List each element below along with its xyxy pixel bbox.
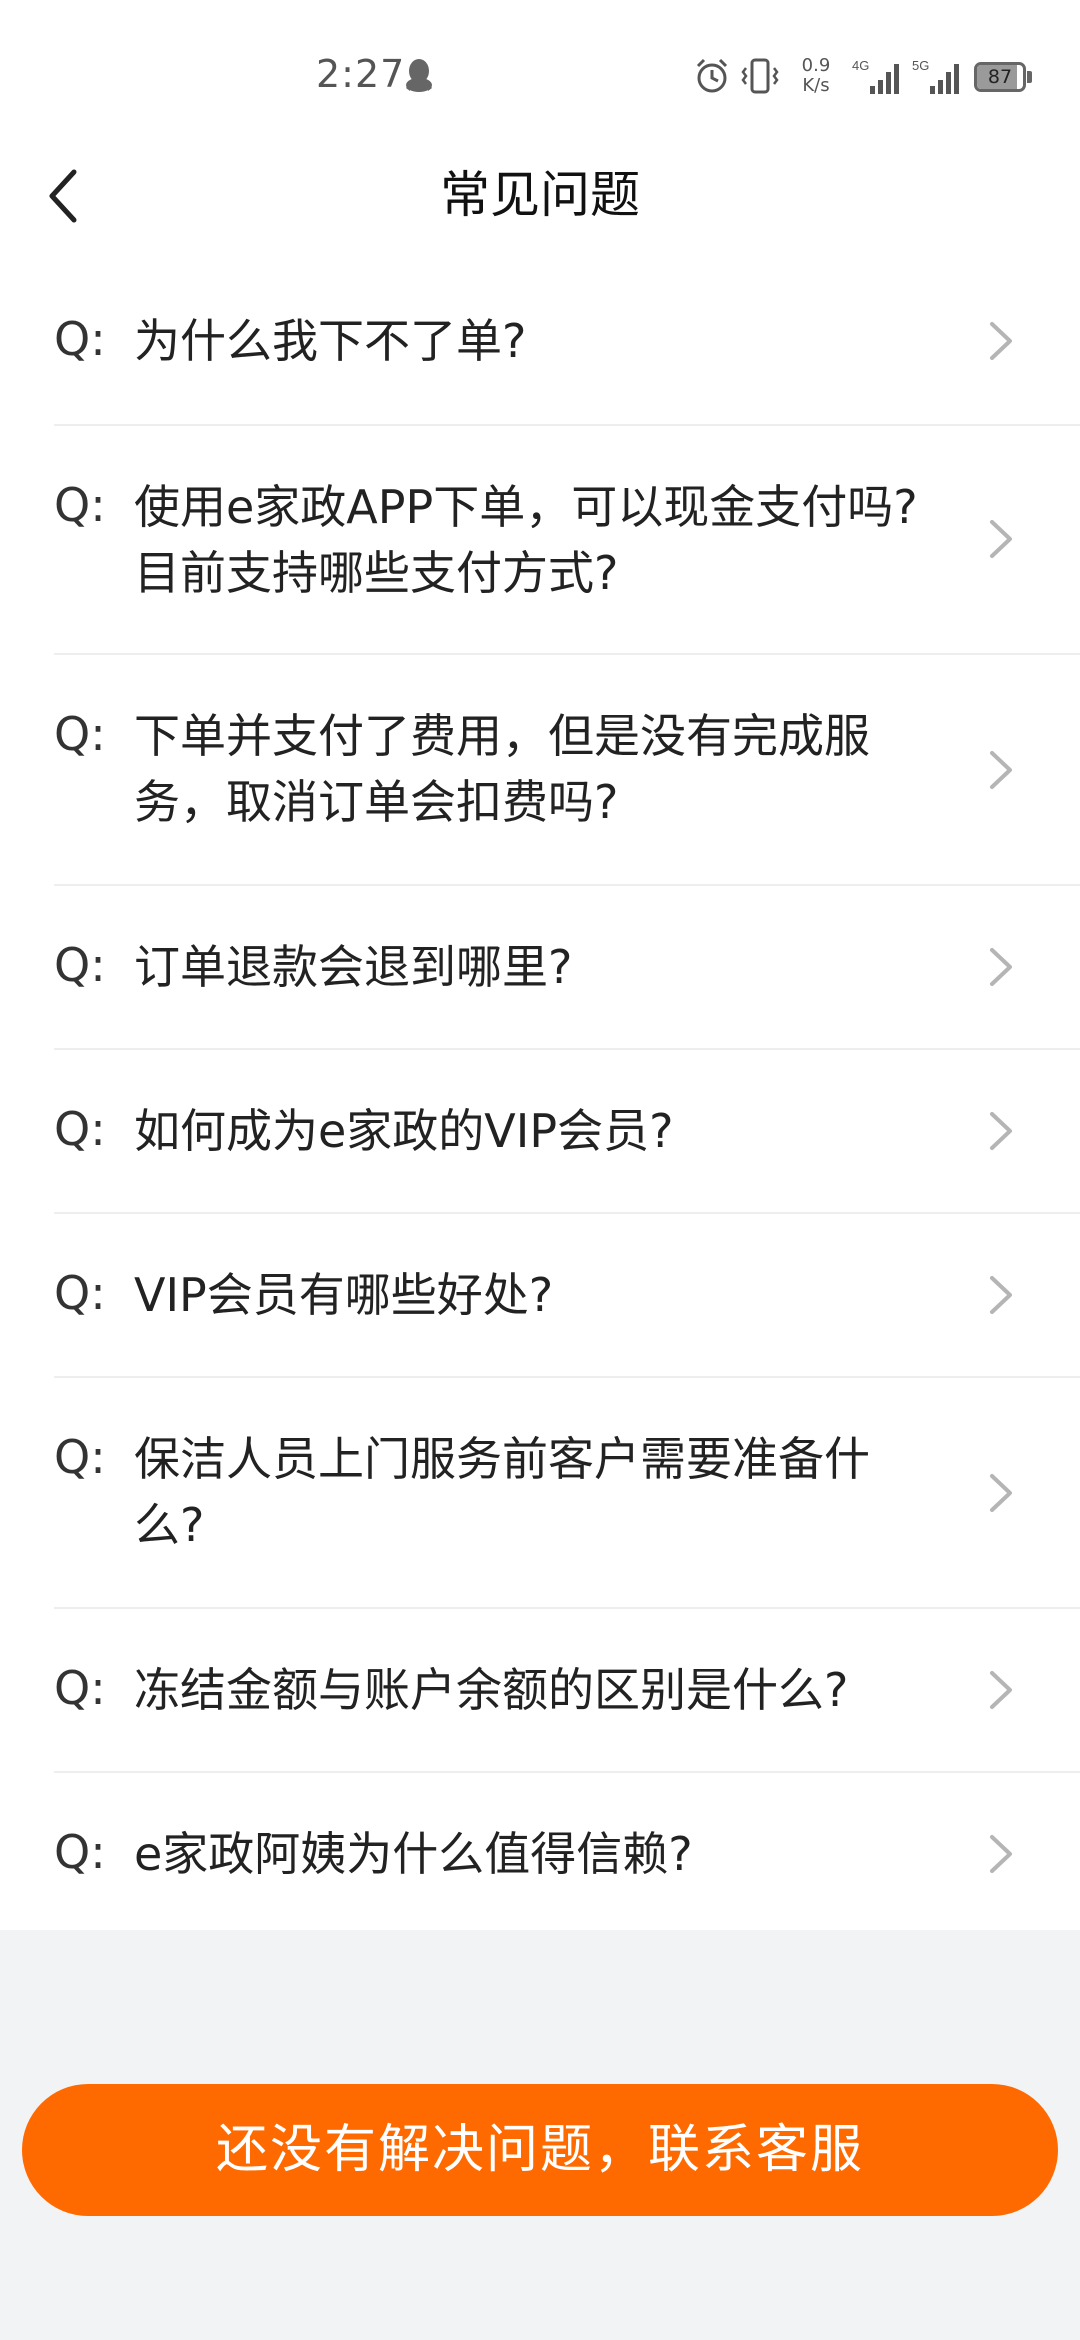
- faq-q-label: Q:: [54, 1266, 106, 1320]
- faq-question-line: e家政阿姨为什么值得信赖?: [134, 1827, 693, 1881]
- faq-question: 为什么我下不了单?: [134, 308, 964, 374]
- faq-question-line: 下单并支付了费用，但是没有完成服: [134, 709, 870, 763]
- faq-question-line: 为什么我下不了单?: [134, 314, 527, 368]
- net-speed-unit: K/s: [802, 75, 830, 96]
- faq-item[interactable]: Q: 使用e家政APP下单，可以现金支付吗? 目前支持哪些支付方式?: [0, 426, 1080, 654]
- faq-question: e家政阿姨为什么值得信赖?: [134, 1821, 964, 1887]
- alarm-icon: [696, 58, 728, 93]
- faq-question: 订单退款会退到哪里?: [134, 934, 964, 1000]
- contact-customer-service-button[interactable]: 还没有解决问题，联系客服: [22, 2084, 1058, 2216]
- faq-q-label: Q:: [54, 312, 106, 366]
- faq-list: Q: 为什么我下不了单? Q: 使用e家政APP下单，可以现金支付吗? 目前支持…: [0, 260, 1080, 1930]
- faq-question-line: VIP会员有哪些好处?: [134, 1268, 554, 1322]
- faq-question: 如何成为e家政的VIP会员?: [134, 1098, 964, 1164]
- screen: 2:27 0.9 K/s 4G 5G 87 常见问题 Q: 为什么我下不了单? …: [0, 0, 1080, 2340]
- faq-question-line: 务，取消订单会扣费吗?: [134, 775, 619, 829]
- chevron-right-icon: [990, 948, 1012, 986]
- faq-question: 使用e家政APP下单，可以现金支付吗? 目前支持哪些支付方式?: [134, 474, 964, 606]
- faq-item[interactable]: Q: 下单并支付了费用，但是没有完成服 务，取消订单会扣费吗?: [0, 655, 1080, 885]
- faq-question: 冻结金额与账户余额的区别是什么?: [134, 1657, 964, 1723]
- faq-q-label: Q:: [54, 938, 106, 992]
- signal-5g-icon: 5G: [912, 58, 959, 94]
- faq-item[interactable]: Q: e家政阿姨为什么值得信赖?: [0, 1773, 1080, 1930]
- faq-question-line: 订单退款会退到哪里?: [134, 940, 573, 994]
- battery-body: 87: [974, 62, 1026, 92]
- page-title: 常见问题: [440, 166, 640, 224]
- chevron-right-icon: [990, 1671, 1012, 1709]
- faq-item[interactable]: Q: 如何成为e家政的VIP会员?: [0, 1050, 1080, 1213]
- status-time: 2:27: [316, 52, 406, 96]
- chevron-right-icon: [990, 322, 1012, 360]
- faq-question-line: 冻结金额与账户余额的区别是什么?: [134, 1663, 849, 1717]
- battery-indicator: 87: [974, 62, 1032, 92]
- net-speed: 0.9 K/s: [796, 56, 836, 96]
- faq-question-line: 目前支持哪些支付方式?: [134, 546, 619, 600]
- signal-4g-label: 4G: [852, 58, 869, 73]
- signal-4g-icon: 4G: [852, 58, 899, 94]
- faq-q-label: Q:: [54, 707, 106, 761]
- faq-q-label: Q:: [54, 1102, 106, 1156]
- chevron-right-icon: [990, 1276, 1012, 1314]
- chevron-right-icon: [990, 1112, 1012, 1150]
- faq-item[interactable]: Q: VIP会员有哪些好处?: [0, 1214, 1080, 1377]
- chevron-right-icon: [990, 751, 1012, 789]
- faq-item[interactable]: Q: 为什么我下不了单?: [0, 260, 1080, 425]
- faq-q-label: Q:: [54, 478, 106, 532]
- faq-question-line: 么?: [134, 1498, 205, 1552]
- net-speed-value: 0.9: [801, 55, 831, 76]
- header: 常见问题: [0, 130, 1080, 260]
- signal-5g-label: 5G: [912, 58, 929, 73]
- chevron-right-icon: [990, 1474, 1012, 1512]
- chevron-right-icon: [990, 520, 1012, 558]
- faq-question: 下单并支付了费用，但是没有完成服 务，取消订单会扣费吗?: [134, 703, 964, 835]
- faq-question-line: 如何成为e家政的VIP会员?: [134, 1104, 674, 1158]
- faq-item[interactable]: Q: 订单退款会退到哪里?: [0, 886, 1080, 1049]
- battery-text: 87: [987, 66, 1013, 88]
- faq-q-label: Q:: [54, 1430, 106, 1484]
- faq-item[interactable]: Q: 保洁人员上门服务前客户需要准备什 么?: [0, 1378, 1080, 1608]
- qq-icon: [406, 59, 432, 92]
- faq-q-label: Q:: [54, 1661, 106, 1715]
- faq-question: 保洁人员上门服务前客户需要准备什 么?: [134, 1426, 964, 1558]
- faq-question-line: 使用e家政APP下单，可以现金支付吗?: [134, 480, 918, 534]
- status-bar: 2:27 0.9 K/s 4G 5G 87: [0, 0, 1080, 130]
- faq-question-line: 保洁人员上门服务前客户需要准备什: [134, 1432, 870, 1486]
- battery-tip: [1027, 71, 1032, 83]
- chevron-right-icon: [990, 1835, 1012, 1873]
- faq-question: VIP会员有哪些好处?: [134, 1262, 964, 1328]
- faq-item[interactable]: Q: 冻结金额与账户余额的区别是什么?: [0, 1609, 1080, 1772]
- faq-q-label: Q:: [54, 1825, 106, 1879]
- vibrate-icon: [741, 58, 779, 94]
